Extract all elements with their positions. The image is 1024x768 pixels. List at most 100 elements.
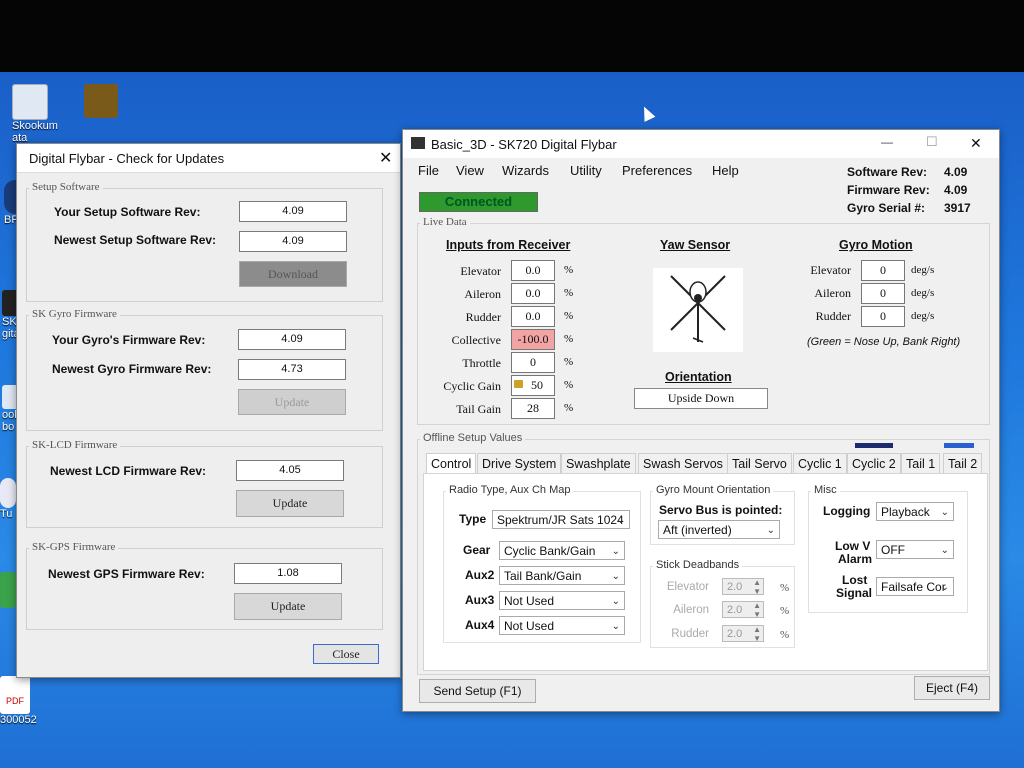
- logging-select[interactable]: Playback ⌄: [876, 502, 954, 521]
- tab-swash-servos[interactable]: Swash Servos: [638, 453, 728, 474]
- aux3-select[interactable]: Not Used ⌄: [499, 591, 625, 610]
- aux2-select[interactable]: Tail Bank/Gain ⌄: [499, 566, 625, 585]
- input-label: Rudder: [465, 310, 501, 324]
- spinner-arrows-icon[interactable]: ▲ ▼: [753, 601, 761, 619]
- close-button[interactable]: Close: [313, 644, 379, 664]
- chevron-down-icon: ⌄: [611, 621, 620, 632]
- minimize-icon[interactable]: —: [881, 135, 893, 149]
- desktop-icon-label: Tu: [0, 508, 13, 520]
- spinner-arrows-icon[interactable]: ▲ ▼: [753, 578, 761, 596]
- group-title: SK Gyro Firmware: [29, 308, 120, 320]
- lost-label: Lost: [842, 573, 868, 587]
- input-collective-value: -100.0: [511, 329, 555, 350]
- menu-file[interactable]: File: [418, 163, 439, 178]
- newest-gyro-rev-value: 4.73: [238, 359, 346, 380]
- main-window: Basic_3D - SK720 Digital Flybar — ☐ ✕ Fi…: [402, 129, 1000, 712]
- newest-gps-rev-value: 1.08: [234, 563, 342, 584]
- your-gyro-rev-label: Your Gyro's Firmware Rev:: [52, 333, 206, 347]
- desktop-icon-archive[interactable]: [84, 84, 118, 118]
- unit-label: deg/s: [911, 287, 935, 299]
- close-icon[interactable]: ✕: [970, 135, 982, 152]
- low-v-label: Low V: [835, 539, 871, 553]
- servo-bus-select[interactable]: Aft (inverted) ⌄: [658, 520, 780, 539]
- menu-help[interactable]: Help: [712, 163, 739, 178]
- maximize-icon[interactable]: ☐: [926, 134, 938, 150]
- menu-utility[interactable]: Utility: [570, 163, 602, 178]
- deadband-label: Elevator: [666, 581, 709, 593]
- chevron-down-icon: ⌄: [940, 582, 949, 593]
- archive-icon: [84, 84, 118, 118]
- gyro-label: Rudder: [815, 309, 851, 323]
- firmware-rev-label: Firmware Rev:: [847, 183, 930, 197]
- update-gps-button[interactable]: Update: [234, 593, 342, 620]
- tab-cyclic-2[interactable]: Cyclic 2: [847, 453, 901, 474]
- group-title: SK-GPS Firmware: [29, 541, 119, 553]
- tab-drive-system[interactable]: Drive System: [477, 453, 562, 474]
- low-v-alarm-select[interactable]: OFF ⌄: [876, 540, 954, 559]
- desktop-icon-skookum[interactable]: Skookum ata: [12, 84, 58, 144]
- send-setup-button[interactable]: Send Setup (F1): [419, 679, 536, 703]
- firmware-rev-value: 4.09: [944, 183, 968, 197]
- deadband-rudder-value: 2.0: [727, 628, 743, 640]
- unit-label: %: [564, 333, 574, 345]
- desktop-icon-itunes[interactable]: Tu: [0, 478, 16, 520]
- download-button[interactable]: Download: [239, 261, 347, 287]
- setup-software-group: Setup Software Your Setup Software Rev: …: [26, 181, 383, 302]
- your-setup-rev-label: Your Setup Software Rev:: [54, 205, 201, 219]
- chevron-down-icon: ⌄: [611, 546, 620, 557]
- unit-label: %: [780, 605, 790, 617]
- low-v-alarm-value: OFF: [881, 543, 905, 557]
- unit-label: %: [564, 310, 574, 322]
- menu-wizards[interactable]: Wizards: [502, 163, 549, 178]
- input-label: Elevator: [460, 264, 501, 278]
- input-elevator-value: 0.0: [511, 260, 555, 281]
- desktop-icon-pdf[interactable]: PDF 300052: [0, 676, 37, 726]
- inputs-header: Inputs from Receiver: [446, 238, 571, 252]
- desktop-icon-app[interactable]: [0, 572, 16, 608]
- newest-setup-rev-value: 4.09: [239, 231, 347, 252]
- deadband-aileron-spinner[interactable]: 2.0 ▲ ▼: [722, 601, 764, 619]
- spinner-arrows-icon[interactable]: ▲ ▼: [753, 625, 761, 643]
- gear-select[interactable]: Cyclic Bank/Gain ⌄: [499, 541, 625, 560]
- group-title: Live Data: [420, 216, 470, 228]
- your-setup-rev-value: 4.09: [239, 201, 347, 222]
- tab-color-marker: [944, 443, 974, 448]
- tab-tail-1[interactable]: Tail 1: [901, 453, 941, 474]
- eject-button[interactable]: Eject (F4): [914, 676, 990, 700]
- gyro-note: (Green = Nose Up, Bank Right): [807, 336, 961, 348]
- input-label: Tail Gain: [456, 402, 501, 416]
- window-title: Basic_3D - SK720 Digital Flybar: [431, 137, 617, 152]
- deadband-label: Aileron: [673, 604, 709, 616]
- gps-firmware-group: SK-GPS Firmware Newest GPS Firmware Rev:…: [26, 541, 383, 630]
- update-gyro-button[interactable]: Update: [238, 389, 346, 415]
- main-titlebar: Basic_3D - SK720 Digital Flybar — ☐ ✕: [403, 130, 999, 158]
- chevron-down-icon: ⌄: [611, 596, 620, 607]
- your-gyro-rev-value: 4.09: [238, 329, 346, 350]
- tab-tail-2[interactable]: Tail 2: [943, 453, 983, 474]
- helicopter-icon: [653, 268, 743, 352]
- orientation-value: Upside Down: [634, 388, 768, 409]
- aux4-select[interactable]: Not Used ⌄: [499, 616, 625, 635]
- group-title: SK-LCD Firmware: [29, 439, 121, 451]
- menu-view[interactable]: View: [456, 163, 484, 178]
- lost-signal-select[interactable]: Failsafe Cor ⌄: [876, 577, 954, 596]
- app-icon: [0, 572, 16, 608]
- unit-label: %: [564, 264, 574, 276]
- deadband-elevator-spinner[interactable]: 2.0 ▲ ▼: [722, 578, 764, 596]
- gyro-serial-label: Gyro Serial #:: [847, 201, 926, 215]
- input-tail-gain-value: 28: [511, 398, 555, 419]
- music-icon: [0, 478, 16, 508]
- menu-preferences[interactable]: Preferences: [622, 163, 692, 178]
- close-icon[interactable]: ✕: [379, 148, 392, 168]
- input-throttle-value: 0: [511, 352, 555, 373]
- tab-tail-servo[interactable]: Tail Servo: [727, 453, 792, 474]
- dialog-titlebar: Digital Flybar - Check for Updates ✕: [17, 144, 400, 173]
- tab-cyclic-1[interactable]: Cyclic 1: [793, 453, 847, 474]
- deadband-rudder-spinner[interactable]: 2.0 ▲ ▼: [722, 625, 764, 643]
- aux4-value: Not Used: [504, 619, 555, 633]
- tab-control[interactable]: Control: [426, 453, 477, 474]
- radio-type-select[interactable]: Spektrum/JR Sats 1024 ⌄: [492, 510, 630, 529]
- update-lcd-button[interactable]: Update: [236, 490, 344, 517]
- tab-swashplate[interactable]: Swashplate: [561, 453, 636, 474]
- gyro-serial-value: 3917: [944, 201, 971, 215]
